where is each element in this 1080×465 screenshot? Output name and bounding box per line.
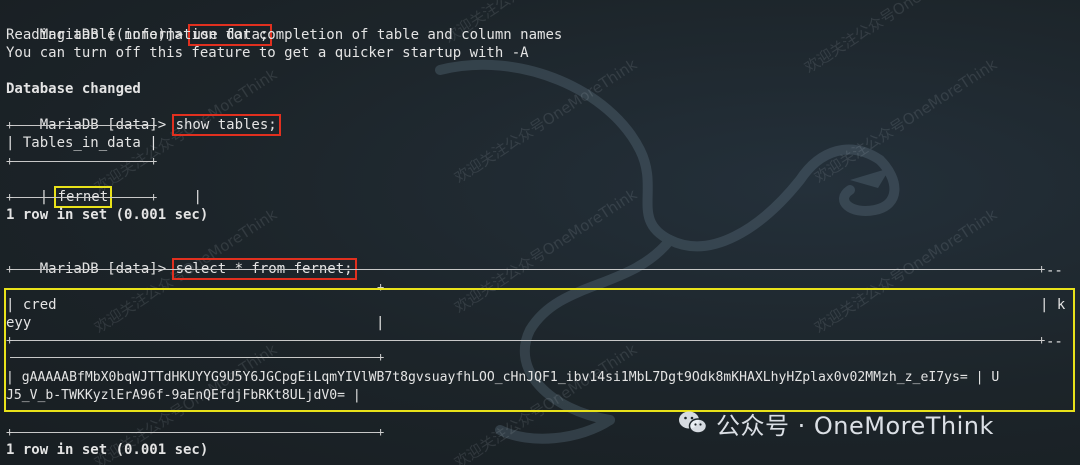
output-line-bold: 1 row in set (0.001 sec) (6, 442, 209, 458)
watermark-text: 欢迎关注公众号OneMoreThink (811, 205, 1001, 337)
table-corner: + (150, 154, 158, 168)
result-header-wrap: eyy (6, 315, 32, 331)
result-corner: + (377, 425, 385, 439)
result-corner: + (6, 333, 14, 347)
table-header: | Tables_in_data | (6, 135, 158, 151)
output-line: You can turn off this feature to get a q… (6, 45, 529, 61)
watermark-text: 欢迎关注公众号OneMoreThink (451, 340, 641, 465)
fernet-token-line: | gAAAAABfMbX0bqWJTTdHKUYYG9U5Y6JGCpgEiL… (6, 370, 1000, 385)
table-corner: + (150, 118, 158, 132)
table-corner: + (6, 190, 14, 204)
result-header-wrap-end: | (376, 315, 385, 331)
table-corner: + (150, 190, 158, 204)
watermark-text: 欢迎关注公众号OneMoreThink (801, 0, 991, 77)
output-line-bold: 1 row in set (0.001 sec) (6, 207, 209, 223)
result-header: | cred (6, 297, 57, 313)
watermark-text: 欢迎关注公众号OneMoreThink (451, 185, 641, 317)
result-corner: + (377, 280, 385, 294)
command-line: MariaDB [data]> select * from fernet; (6, 242, 357, 280)
wechat-icon (679, 411, 708, 434)
kali-dragon-background (435, 59, 900, 444)
watermark-text: 欢迎关注公众号OneMoreThink (451, 55, 641, 187)
table-border (10, 125, 155, 126)
table-corner: + (6, 154, 14, 168)
brand-label: 公众号 · OneMoreThink (716, 411, 994, 440)
result-border (10, 432, 380, 433)
result-corner: + (6, 425, 14, 439)
result-header-end: | k (1040, 297, 1066, 313)
table-row: | fernet | (6, 170, 202, 208)
output-line-bold: Database changed (6, 81, 141, 97)
wechat-brand: 公众号 · OneMoreThink (678, 406, 994, 440)
result-border (10, 357, 380, 358)
result-corner: + (6, 262, 14, 276)
result-corner: + (377, 350, 385, 364)
result-border (10, 340, 1042, 341)
terminal-window[interactable]: 欢迎关注公众号OneMoreThink 欢迎关注公众号OneMoreThink … (0, 0, 1080, 465)
output-line: Reading table information for completion… (6, 27, 563, 43)
result-corner: + (1038, 262, 1046, 276)
fernet-key-line: J5_V_b-TWKKyzlErA96f-9aEnQEfdjFbRKt8ULjd… (6, 388, 361, 403)
table-border (10, 161, 155, 162)
trailing-dash: -- (1046, 334, 1063, 350)
table-corner: + (6, 118, 14, 132)
command-line: MariaDB [(none)]> use data; (6, 8, 273, 46)
table-border (10, 197, 155, 198)
command-line: MariaDB [data]> show tables; (6, 98, 281, 136)
result-border (10, 269, 1042, 270)
result-corner: + (1038, 333, 1046, 347)
command-show-tables: show tables; (171, 114, 281, 136)
watermark-text: 欢迎关注公众号OneMoreThink (811, 55, 1001, 187)
trailing-dash: -- (1046, 263, 1063, 279)
